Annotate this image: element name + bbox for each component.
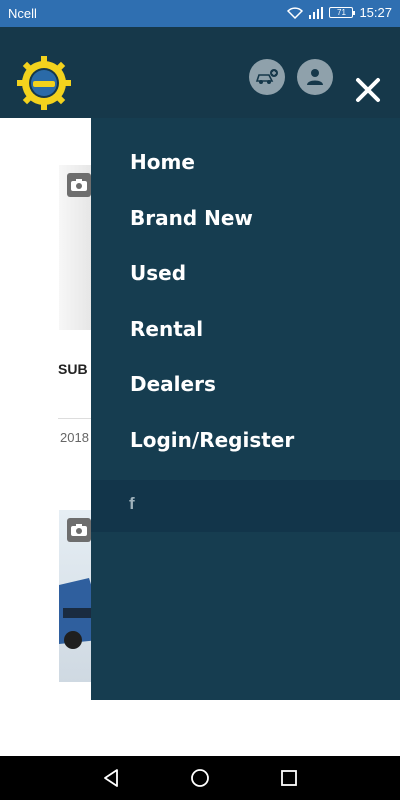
carrier-name: Ncell [8, 6, 37, 21]
home-icon[interactable] [188, 766, 212, 790]
menu-item-dealers[interactable]: Dealers [91, 362, 400, 418]
menu-item-rental[interactable]: Rental [91, 307, 400, 363]
signal-icon [309, 6, 324, 19]
status-icons: 71 15:27 [287, 5, 392, 20]
camera-icon [67, 173, 91, 197]
gear-logo-icon[interactable] [16, 55, 72, 111]
status-bar: Ncell 71 15:27 [0, 0, 400, 27]
listing-year: 2018 [60, 430, 89, 445]
menu-item-used[interactable]: Used [91, 251, 400, 307]
drawer-menu: Home Brand New Used Rental Dealers Login… [91, 140, 400, 473]
recent-apps-icon[interactable] [277, 766, 301, 790]
facebook-icon[interactable]: f [129, 494, 135, 514]
menu-item-login-register[interactable]: Login/Register [91, 418, 400, 474]
user-icon[interactable] [297, 59, 333, 95]
battery-icon: 71 [329, 7, 356, 18]
listing-title[interactable]: SUB [58, 361, 88, 377]
app-header [0, 27, 400, 118]
add-car-icon[interactable] [249, 59, 285, 95]
close-icon[interactable] [352, 74, 384, 106]
menu-item-brand-new[interactable]: Brand New [91, 196, 400, 252]
clock: 15:27 [359, 5, 392, 20]
wifi-icon [287, 6, 304, 19]
navigation-drawer: Home Brand New Used Rental Dealers Login… [91, 118, 400, 700]
back-icon[interactable] [99, 766, 123, 790]
social-bar: f [91, 480, 400, 532]
menu-item-home[interactable]: Home [91, 140, 400, 196]
system-nav-bar [0, 756, 400, 800]
